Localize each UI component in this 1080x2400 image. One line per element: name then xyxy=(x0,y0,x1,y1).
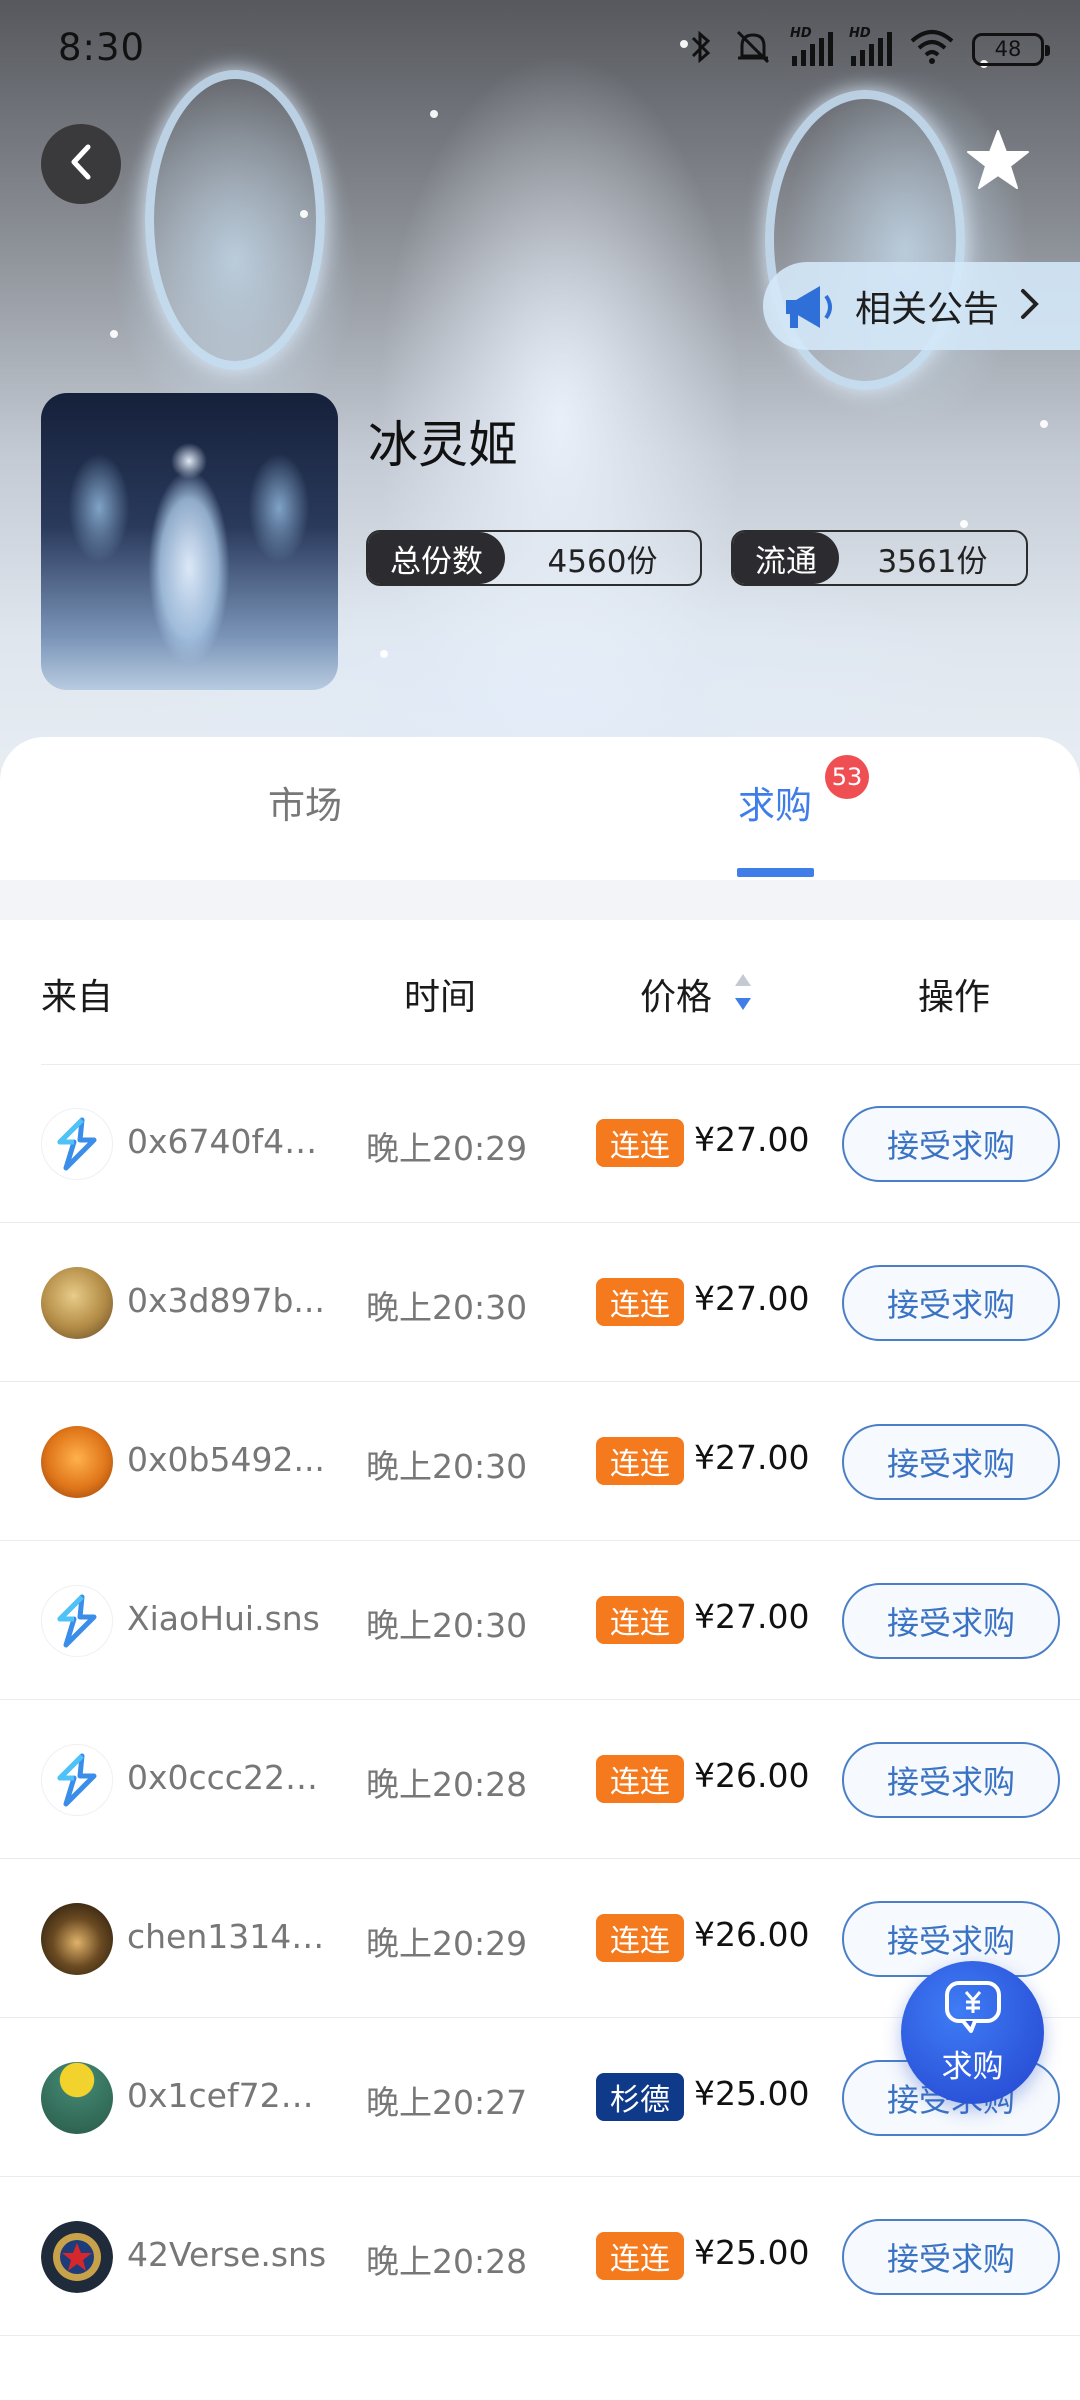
offer-price: ¥27.00 xyxy=(694,1438,810,1477)
battery-level: 48 xyxy=(994,37,1022,61)
buyer-name: 0x0b5492... xyxy=(127,1440,325,1479)
tab-market[interactable]: 市场 xyxy=(268,775,342,829)
accept-request-button[interactable]: 接受求购 xyxy=(842,2219,1060,2295)
status-time: 8:30 xyxy=(58,26,146,69)
chevron-right-icon xyxy=(1019,287,1041,325)
request-time: 晚上20:27 xyxy=(366,2083,528,2122)
offer-price: ¥27.00 xyxy=(694,1120,810,1159)
accept-request-button[interactable]: 接受求购 xyxy=(842,1583,1060,1659)
offer-price: ¥25.00 xyxy=(694,2074,810,2113)
active-tab-indicator xyxy=(737,868,814,877)
sort-icon[interactable] xyxy=(733,970,753,1014)
circulation-stat: 流通 3561份 xyxy=(731,530,1028,586)
payment-method-badge: 连连 xyxy=(596,1119,684,1167)
back-button[interactable] xyxy=(41,124,121,204)
accept-request-button[interactable]: 接受求购 xyxy=(842,1424,1060,1500)
user-avatar[interactable] xyxy=(41,1744,113,1816)
payment-method-badge: 连连 xyxy=(596,1437,684,1485)
star-icon xyxy=(965,128,1031,196)
table-row: 0x0b5492... 晚上20:30 连连 ¥27.00 接受求购 xyxy=(0,1382,1080,1541)
buy-request-list: 0x6740f4c... 晚上20:29 连连 ¥27.00 接受求购 0x3d897b.… xyxy=(0,1064,1080,2336)
tab-buy-requests[interactable]: 求购 xyxy=(738,775,812,829)
offer-price: ¥26.00 xyxy=(694,1915,810,1954)
post-buy-request-button[interactable]: 求购 xyxy=(901,1961,1044,2104)
announcement-label: 相关公告 xyxy=(855,289,1000,330)
collectible-cover-image xyxy=(41,393,338,690)
buyer-name: 42Verse.sns xyxy=(127,2235,327,2274)
mute-bell-icon xyxy=(732,28,774,70)
request-time: 晚上20:29 xyxy=(366,1924,528,1963)
buyer-name: chen1314.sns xyxy=(127,1917,327,1956)
status-bar: 8:30 HD HD 48 xyxy=(0,0,1080,100)
signal-hd-icon-2: HD xyxy=(849,26,892,66)
offer-price: ¥27.00 xyxy=(694,1279,810,1318)
table-row: 0x3d897b... 晚上20:30 连连 ¥27.00 接受求购 xyxy=(0,1223,1080,1382)
user-avatar[interactable] xyxy=(41,1585,113,1657)
offer-price: ¥27.00 xyxy=(694,1597,810,1636)
payment-method-badge: 杉德 xyxy=(596,2073,684,2121)
buyer-name: XiaoHui.sns xyxy=(127,1599,320,1638)
user-avatar[interactable] xyxy=(41,1426,113,1498)
battery-icon: 48 xyxy=(972,32,1050,66)
total-shares-stat: 总份数 4560份 xyxy=(366,530,702,586)
user-avatar[interactable] xyxy=(41,2062,113,2134)
yuan-chat-icon xyxy=(941,1979,1005,2039)
user-avatar[interactable] xyxy=(41,1903,113,1975)
column-header-action: 操作 xyxy=(918,977,991,1018)
buyer-name: 0x0ccc221... xyxy=(127,1758,327,1797)
user-avatar[interactable] xyxy=(41,1108,113,1180)
circulation-label: 流通 xyxy=(733,532,839,584)
signal-hd-icon-1: HD xyxy=(790,26,833,66)
column-header-from: 来自 xyxy=(41,977,114,1018)
table-row: 0x0ccc221... 晚上20:28 连连 ¥26.00 接受求购 xyxy=(0,1700,1080,1859)
accept-request-button[interactable]: 接受求购 xyxy=(842,1742,1060,1818)
request-time: 晚上20:30 xyxy=(366,1606,528,1645)
wifi-icon xyxy=(910,29,954,69)
section-divider xyxy=(0,880,1080,920)
circulation-value: 3561份 xyxy=(877,543,988,580)
payment-method-badge: 连连 xyxy=(596,1755,684,1803)
fab-label: 求购 xyxy=(941,2049,1004,2085)
buyer-name: 0x1cef72b... xyxy=(127,2076,327,2115)
total-shares-value: 4560份 xyxy=(547,543,658,580)
collectible-title: 冰灵姬 xyxy=(368,416,518,474)
announcement-link[interactable]: 相关公告 xyxy=(763,262,1080,350)
accept-request-button[interactable]: 接受求购 xyxy=(842,1106,1060,1182)
ice-mirror-left xyxy=(145,70,325,370)
table-row: XiaoHui.sns 晚上20:30 连连 ¥27.00 接受求购 xyxy=(0,1541,1080,1700)
payment-method-badge: 连连 xyxy=(596,1914,684,1962)
column-header-time: 时间 xyxy=(404,977,477,1018)
megaphone-icon xyxy=(777,273,843,339)
buyer-name: 0x6740f4c... xyxy=(127,1122,327,1161)
table-row: 0x6740f4c... 晚上20:29 连连 ¥27.00 接受求购 xyxy=(0,1064,1080,1223)
offer-price: ¥26.00 xyxy=(694,1756,810,1795)
total-shares-label: 总份数 xyxy=(368,532,505,584)
user-avatar[interactable] xyxy=(41,2221,113,2293)
favorite-button[interactable] xyxy=(958,122,1038,202)
table-row: 42Verse.sns 晚上20:28 连连 ¥25.00 接受求购 xyxy=(0,2177,1080,2336)
status-icons: HD HD 48 xyxy=(688,26,1050,70)
request-time: 晚上20:28 xyxy=(366,1765,528,1804)
column-header-price[interactable]: 价格 xyxy=(640,968,712,1020)
payment-method-badge: 连连 xyxy=(596,1278,684,1326)
payment-method-badge: 连连 xyxy=(596,1596,684,1644)
request-time: 晚上20:29 xyxy=(366,1129,528,1168)
user-avatar[interactable] xyxy=(41,1267,113,1339)
accept-request-button[interactable]: 接受求购 xyxy=(842,1265,1060,1341)
offer-price: ¥25.00 xyxy=(694,2233,810,2272)
chevron-left-icon xyxy=(66,142,96,186)
request-time: 晚上20:28 xyxy=(366,2242,528,2281)
buyer-name: 0x3d897b... xyxy=(127,1281,325,1320)
buy-requests-count-badge: 53 xyxy=(825,755,869,799)
bluetooth-icon xyxy=(688,29,714,69)
request-time: 晚上20:30 xyxy=(366,1447,528,1486)
payment-method-badge: 连连 xyxy=(596,2232,684,2280)
request-time: 晚上20:30 xyxy=(366,1288,528,1327)
